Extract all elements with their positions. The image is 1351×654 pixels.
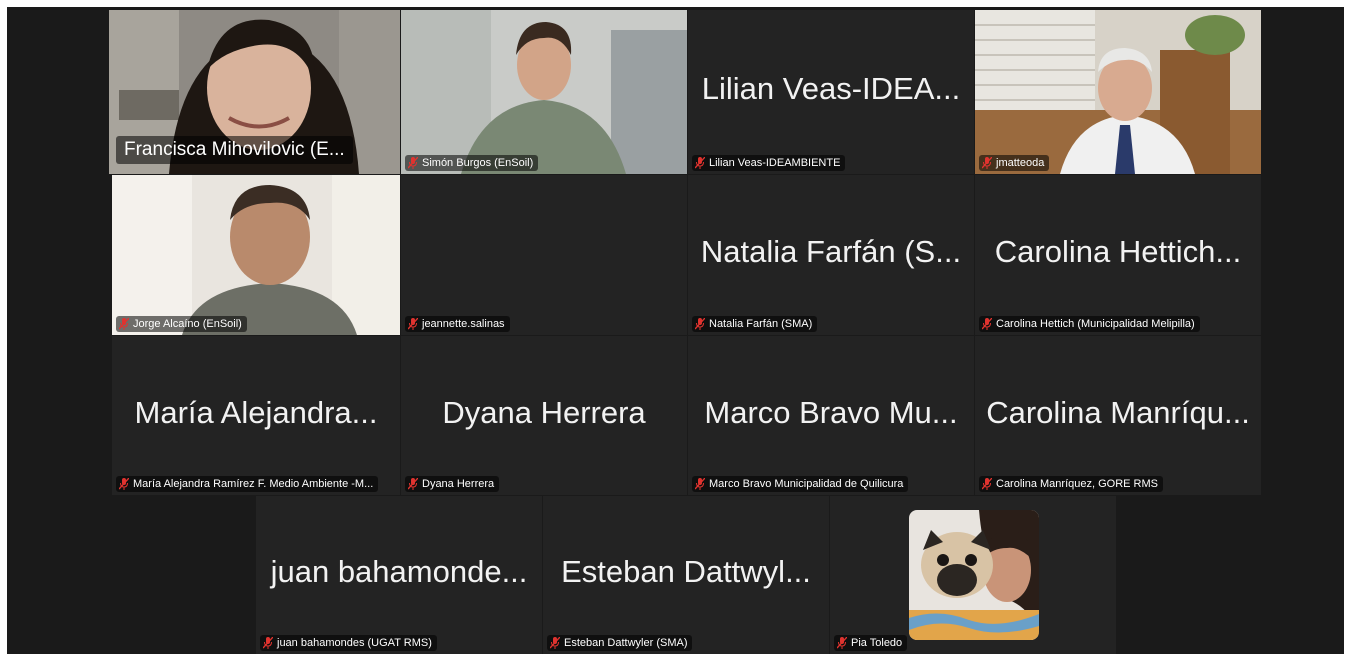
participant-display-name: Natalia Farfán (S... [700,234,962,270]
video-tile-jmatteoda[interactable]: jmatteoda [975,10,1261,174]
mic-muted-icon [119,318,129,330]
video-tile-francisca[interactable]: Francisca Mihovilovic (E... [109,10,400,174]
gallery-view: Francisca Mihovilovic (E... Simón Burgos… [7,7,1344,654]
participant-display-name: María Alejandra... [134,394,378,430]
participant-name-label: Natalia Farfán (SMA) [692,316,818,332]
participant-name-label: María Alejandra Ramírez F. Medio Ambient… [116,476,379,492]
participant-video [401,10,687,174]
participant-display-name: juan bahamonde... [270,554,528,590]
participant-name-label: Carolina Hettich (Municipalidad Melipill… [979,316,1200,332]
participant-display-name: Esteban Dattwyl... [561,554,811,590]
mic-muted-icon [982,318,992,330]
mic-muted-icon [119,478,129,490]
video-tile-pia[interactable]: Pia Toledo [830,496,1116,654]
video-tile-esteban[interactable]: Esteban Dattwyl... Esteban Dattwyler (SM… [543,496,829,654]
video-tile-dyana[interactable]: Dyana Herrera Dyana Herrera [401,336,687,495]
video-tile-carolina-m[interactable]: Carolina Manríqu... Carolina Manríquez, … [975,336,1261,495]
participant-name-label: Jorge Alcaíno (EnSoil) [116,316,247,332]
video-tile-marco[interactable]: Marco Bravo Mu... Marco Bravo Municipali… [688,336,974,495]
participant-video [975,10,1261,174]
participant-display-name: Carolina Manríqu... [986,394,1250,430]
participant-name-label: jeannette.salinas [405,316,510,332]
video-tile-maria[interactable]: María Alejandra... María Alejandra Ramír… [112,336,400,495]
mic-muted-icon [408,478,418,490]
mic-muted-icon [837,637,847,649]
mic-muted-icon [982,157,992,169]
mic-muted-icon [982,478,992,490]
participant-avatar [909,510,1039,640]
video-tile-simon[interactable]: Simón Burgos (EnSoil) [401,10,687,174]
mic-muted-icon [695,157,705,169]
participant-name-label: Carolina Manríquez, GORE RMS [979,476,1163,492]
participant-name-label: Marco Bravo Municipalidad de Quilicura [692,476,909,492]
video-tile-lilian[interactable]: Lilian Veas-IDEA... Lilian Veas-IDEAMBIE… [688,10,974,174]
participant-display-name: Carolina Hettich... [994,234,1242,270]
participant-display-name: Marco Bravo Mu... [704,394,958,430]
video-tile-natalia[interactable]: Natalia Farfán (S... Natalia Farfán (SMA… [688,175,974,335]
participant-name-label: Lilian Veas-IDEAMBIENTE [692,155,846,171]
participant-name-label: Simón Burgos (EnSoil) [405,155,539,171]
video-tile-jeannette[interactable]: jeannette.salinas [401,175,687,335]
video-tile-juan[interactable]: juan bahamonde... juan bahamondes (UGAT … [256,496,542,654]
mic-muted-icon [695,478,705,490]
participant-name-label: Esteban Dattwyler (SMA) [547,635,693,651]
participant-name-label: Francisca Mihovilovic (E... [116,136,353,164]
mic-muted-icon [263,637,273,649]
participant-name-label: Pia Toledo [834,635,908,651]
participant-name-label: Dyana Herrera [405,476,500,492]
video-tile-carolina-h[interactable]: Carolina Hettich... Carolina Hettich (Mu… [975,175,1261,335]
participant-display-name: Lilian Veas-IDEA... [701,71,961,107]
video-tile-jorge[interactable]: Jorge Alcaíno (EnSoil) [112,175,400,335]
participant-name-label: juan bahamondes (UGAT RMS) [260,635,437,651]
participant-display-name: Dyana Herrera [442,394,646,430]
participant-name-label: jmatteoda [979,155,1050,171]
mic-muted-icon [695,318,705,330]
mic-muted-icon [408,318,418,330]
mic-muted-icon [550,637,560,649]
participant-video [112,175,400,335]
mic-muted-icon [408,157,418,169]
